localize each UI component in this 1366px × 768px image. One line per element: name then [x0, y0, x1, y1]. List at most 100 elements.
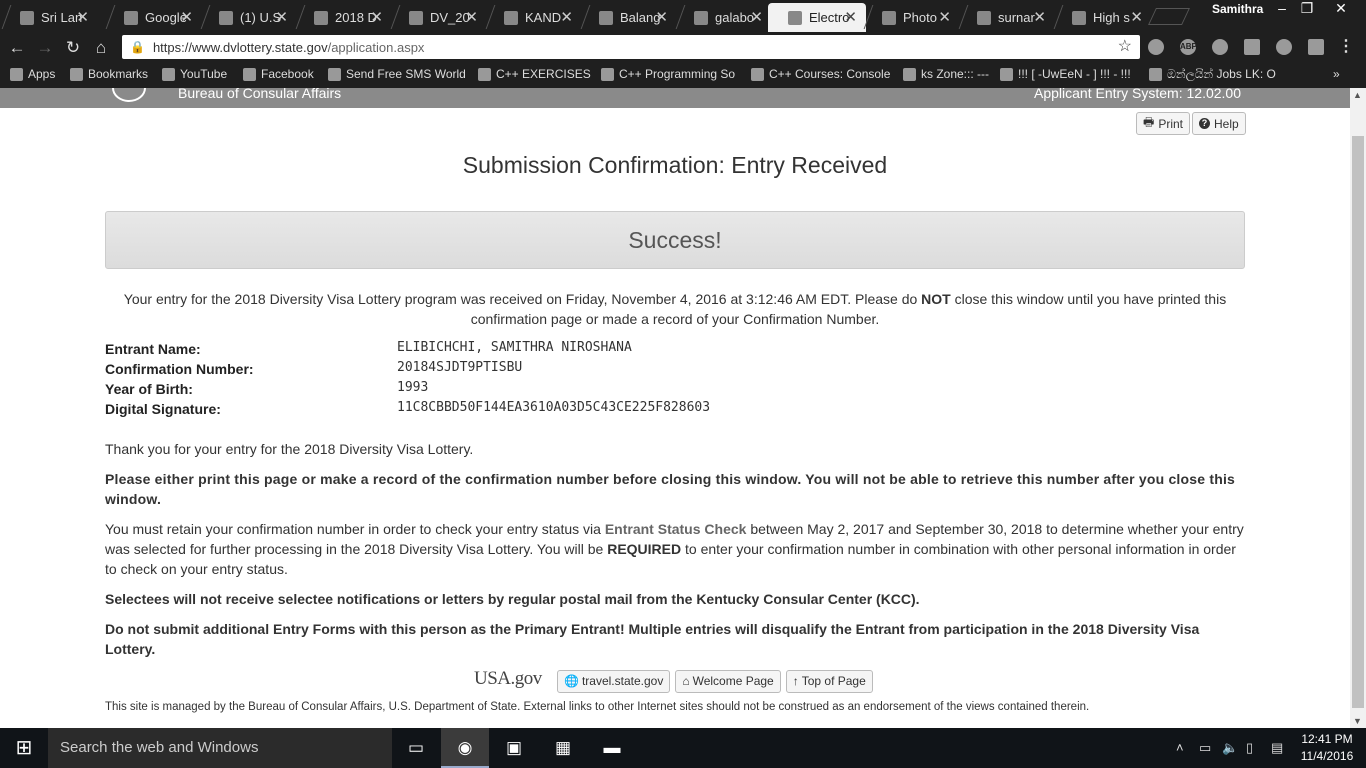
blogger-icon: [1000, 67, 1013, 81]
tab-6[interactable]: Balang ✕: [579, 3, 677, 32]
youtube-icon: [20, 10, 34, 25]
tab-close-icon[interactable]: ✕: [560, 8, 573, 26]
tab-1[interactable]: Google ✕: [104, 3, 202, 32]
bookmark-item[interactable]: YouTube: [162, 67, 227, 81]
app-taskbar-icon[interactable]: ▦: [539, 728, 587, 768]
tab-9[interactable]: Photo ✕: [862, 3, 960, 32]
year-of-birth-value: 1993: [397, 380, 429, 395]
home-icon[interactable]: ⌂: [90, 38, 112, 58]
welcome-page-button[interactable]: ⌂ Welcome Page: [675, 669, 781, 693]
tab-2[interactable]: (1) U.S ✕: [199, 3, 297, 32]
usagov-logo-text: USA.gov: [474, 668, 542, 689]
powerpoint-taskbar-icon[interactable]: ▣: [490, 728, 538, 768]
bookmark-item[interactable]: Apps: [10, 67, 55, 81]
bookmark-item[interactable]: Send Free SMS World: [328, 67, 466, 81]
windows-start-icon[interactable]: ⊞: [0, 728, 48, 768]
face-icon[interactable]: [1276, 39, 1292, 55]
tab-4[interactable]: DV_20 ✕: [389, 3, 487, 32]
tab-close-icon[interactable]: ✕: [844, 8, 857, 26]
tab-title: High s: [1093, 10, 1130, 25]
address-bar[interactable]: 🔒 https://www.dvlottery.state.gov/applic…: [122, 35, 1140, 59]
action-center-icon[interactable]: ▤: [1271, 740, 1283, 756]
menu-window-icon[interactable]: [1308, 39, 1324, 55]
chrome-menu-icon[interactable]: ⋮: [1338, 39, 1354, 55]
profile-name[interactable]: Samithra: [1212, 2, 1263, 16]
back-icon[interactable]: ←: [6, 38, 28, 58]
site-banner: Bureau of Consular Affairs Applicant Ent…: [0, 88, 1350, 108]
confirmation-number-value: 20184SJDT9PTISBU: [397, 360, 523, 375]
bookmark-item[interactable]: C++ EXERCISES 5: [478, 67, 593, 81]
network-icon[interactable]: ▯: [1246, 740, 1253, 756]
bookmark-star-icon[interactable]: ☆: [1118, 36, 1132, 56]
travel-state-gov-button[interactable]: 🌐 travel.state.gov: [557, 669, 671, 693]
image-icon: [599, 10, 613, 25]
taskbar-search[interactable]: Search the web and Windows: [48, 728, 392, 768]
bookmark-item[interactable]: Bookmarks: [70, 67, 148, 81]
new-tab-button[interactable]: [1148, 8, 1190, 25]
tab-3[interactable]: 2018 D ✕: [294, 3, 392, 32]
bookmarks-overflow[interactable]: »: [1333, 67, 1340, 81]
taskbar-clock[interactable]: 12:41 PM 11/4/2016: [1298, 731, 1356, 765]
top-of-page-button[interactable]: ↑ Top of Page: [785, 669, 873, 693]
tab-close-icon[interactable]: ✕: [275, 8, 288, 26]
tab-close-icon[interactable]: ✕: [655, 8, 668, 26]
url-host: https://www.dvlottery.state.gov: [152, 39, 328, 55]
seal-icon: [314, 10, 328, 25]
file-explorer-icon[interactable]: ▬: [588, 728, 636, 768]
adblock-icon[interactable]: ABP: [1180, 39, 1197, 55]
minimize-icon[interactable]: –: [1268, 0, 1296, 20]
tray-chevron-icon[interactable]: ˄: [1176, 740, 1184, 755]
tab-0[interactable]: Sri Lan ✕: [0, 3, 98, 32]
url-path: /application.aspx: [327, 39, 425, 55]
scroll-up-icon[interactable]: ▲: [1353, 90, 1362, 100]
tab-8[interactable]: Electro ✕: [768, 3, 866, 32]
bookmark-item[interactable]: ks Zone::: ---: [903, 67, 989, 81]
entrant-status-check-link[interactable]: Entrant Status Check: [605, 521, 747, 537]
print-button[interactable]: 🖶 Print: [1136, 112, 1191, 135]
retain-paragraph: You must retain your confirmation number…: [105, 519, 1245, 579]
forward-icon[interactable]: →: [34, 38, 56, 58]
shield-icon[interactable]: [1148, 39, 1164, 55]
tab-10[interactable]: surnar ✕: [957, 3, 1055, 32]
clock-time: 12:41 PM: [1301, 732, 1353, 746]
bookmark-item[interactable]: C++ Courses: Console: [751, 67, 890, 81]
tab-close-icon[interactable]: ✕: [180, 8, 193, 26]
tab-11[interactable]: High s ✕: [1052, 3, 1152, 32]
bookmark-item[interactable]: !!! [ -UwEeN - ] !!! - !!!: [1000, 67, 1131, 81]
tab-close-icon[interactable]: ✕: [750, 8, 763, 26]
scroll-thumb[interactable]: [1352, 136, 1364, 708]
restore-icon[interactable]: ❐: [1293, 0, 1321, 20]
usagov-logo[interactable]: USA.gov: [474, 668, 552, 694]
tab-close-icon[interactable]: ✕: [1130, 8, 1143, 26]
image-icon: [694, 10, 708, 25]
reload-icon[interactable]: ↻: [62, 38, 84, 58]
cart-icon: [601, 67, 614, 81]
task-view-icon[interactable]: ▭: [392, 728, 440, 768]
help-button[interactable]: ? Help: [1192, 112, 1246, 135]
battery-icon[interactable]: ▭: [1199, 740, 1211, 756]
tab-7[interactable]: galabo ✕: [674, 3, 772, 32]
scroll-down-icon[interactable]: ▼: [1353, 716, 1362, 726]
volume-icon[interactable]: 🔈: [1222, 740, 1238, 756]
entrant-name-value: ELIBICHCHI, SAMITHRA NIROSHANA: [397, 340, 632, 355]
success-banner: Success!: [105, 211, 1245, 269]
puzzle-icon[interactable]: [1212, 39, 1228, 55]
document-icon: [788, 10, 802, 25]
tab-close-icon[interactable]: ✕: [370, 8, 383, 26]
bookmark-item[interactable]: Facebook: [243, 67, 314, 81]
close-window-icon[interactable]: ✕: [1327, 0, 1355, 20]
star-icon: [70, 67, 83, 81]
page-scrollbar[interactable]: ▲ ▼: [1350, 88, 1366, 728]
bookmark-icon[interactable]: [1244, 39, 1260, 55]
tab-close-icon[interactable]: ✕: [938, 8, 951, 26]
bookmark-item[interactable]: ඔන්ලයින් Jobs LK: O: [1149, 67, 1276, 82]
tab-close-icon[interactable]: ✕: [76, 8, 89, 26]
tab-5[interactable]: KAND ✕: [484, 3, 582, 32]
tab-close-icon[interactable]: ✕: [465, 8, 478, 26]
bureau-name: Bureau of Consular Affairs: [178, 88, 342, 101]
chrome-taskbar-icon[interactable]: ◉: [441, 728, 489, 768]
tab-close-icon[interactable]: ✕: [1033, 8, 1046, 26]
bookmark-label: Bookmarks: [88, 67, 149, 81]
x-icon: [751, 67, 764, 81]
bookmark-item[interactable]: C++ Programming So: [601, 67, 735, 81]
